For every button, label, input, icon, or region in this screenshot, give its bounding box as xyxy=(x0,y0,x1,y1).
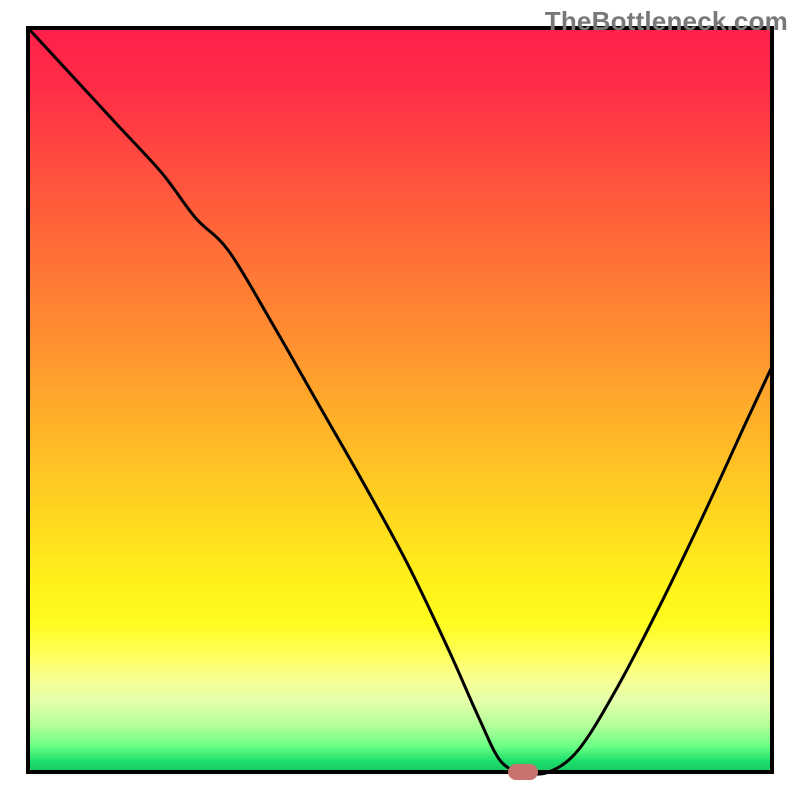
chart-container: TheBottleneck.com xyxy=(0,0,800,800)
optimal-marker xyxy=(508,764,538,780)
watermark-text: TheBottleneck.com xyxy=(545,6,788,37)
chart-svg xyxy=(0,0,800,800)
plot-background xyxy=(28,28,772,772)
